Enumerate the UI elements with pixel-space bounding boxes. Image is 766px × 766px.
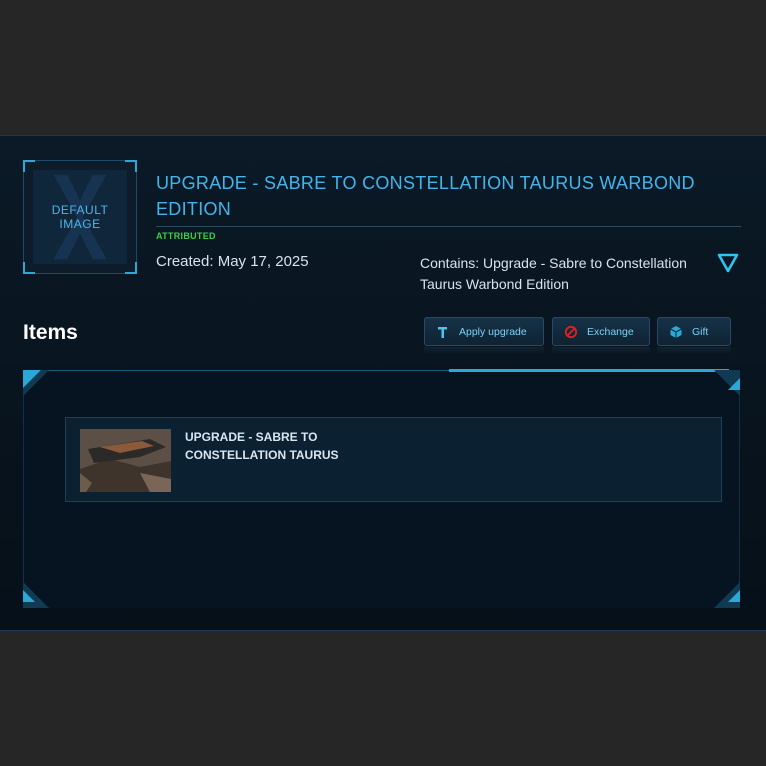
items-container: UPGRADE - SABRE TO CONSTELLATION TAURUS — [23, 369, 740, 608]
list-item[interactable]: UPGRADE - SABRE TO CONSTELLATION TAURUS — [65, 417, 722, 502]
pledge-title: UPGRADE - SABRE TO CONSTELLATION TAURUS … — [156, 173, 695, 219]
expand-chevron-icon[interactable] — [716, 252, 740, 274]
items-heading: Items — [23, 321, 78, 344]
status-badge: ATTRIBUTED — [156, 231, 216, 241]
created-date: Created: May 17, 2025 — [156, 253, 309, 270]
item-title: UPGRADE - SABRE TO CONSTELLATION TAURUS — [185, 430, 339, 462]
corner-decoration-icon — [23, 582, 49, 608]
pledge-thumbnail: DEFAULT IMAGE — [23, 160, 137, 274]
apply-upgrade-label: Apply upgrade — [459, 325, 527, 338]
exchange-button[interactable]: Exchange — [552, 317, 650, 346]
corner-decoration-icon — [714, 582, 740, 608]
contains-text: Contains: Upgrade - Sabre to Constellati… — [420, 255, 687, 292]
hammer-icon — [438, 326, 447, 338]
apply-upgrade-button[interactable]: Apply upgrade — [424, 317, 544, 346]
ship-thumbnail — [80, 429, 171, 492]
corner-decoration-icon — [714, 370, 740, 396]
ship-image-icon — [80, 429, 171, 492]
pledge-panel: DEFAULT IMAGE UPGRADE - SABRE TO CONSTEL… — [0, 135, 766, 631]
gift-button[interactable]: Gift — [657, 317, 731, 346]
title-divider — [156, 226, 741, 227]
corner-decoration-icon — [23, 370, 49, 396]
default-image-label: DEFAULT IMAGE — [51, 203, 109, 231]
gift-label: Gift — [692, 325, 709, 338]
exchange-label: Exchange — [587, 325, 634, 338]
cancel-icon — [564, 325, 578, 338]
gift-cube-icon — [670, 325, 682, 338]
